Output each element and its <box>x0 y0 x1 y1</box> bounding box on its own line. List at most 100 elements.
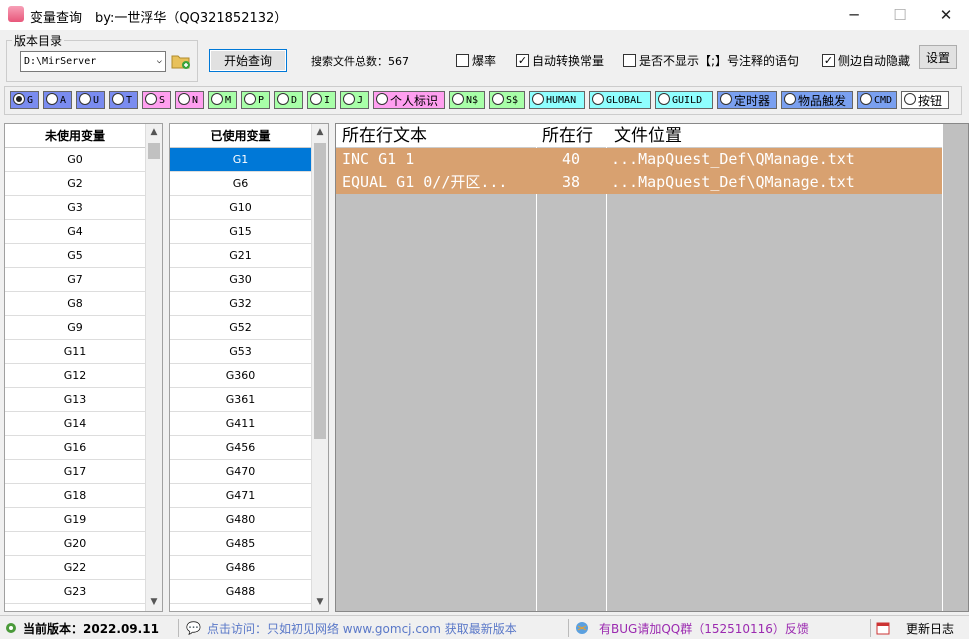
scroll-thumb[interactable] <box>314 143 326 439</box>
list-item[interactable]: G30 <box>170 268 311 292</box>
scroll-up-icon[interactable]: ▲ <box>312 124 328 141</box>
radio-icon[interactable] <box>46 93 58 105</box>
radio-icon[interactable] <box>277 93 289 105</box>
list-item[interactable]: G360 <box>170 364 311 388</box>
list-item[interactable]: G12 <box>5 364 145 388</box>
search-button[interactable]: 开始查询 <box>209 49 287 72</box>
used-list-scrollbar[interactable]: ▲ ▼ <box>311 124 328 611</box>
status-bug-report[interactable]: 有BUG请加QQ群（152510116）反馈 <box>575 616 809 639</box>
type-radio-9[interactable]: I <box>307 91 336 109</box>
radio-icon[interactable] <box>376 93 388 105</box>
type-radio-1[interactable]: A <box>43 91 72 109</box>
list-item[interactable]: G489 <box>170 604 311 611</box>
radio-icon[interactable] <box>784 93 796 105</box>
list-item[interactable]: G19 <box>5 508 145 532</box>
scroll-down-icon[interactable]: ▼ <box>312 594 328 611</box>
type-radio-13[interactable]: S$ <box>489 91 525 109</box>
list-item[interactable]: G2 <box>5 172 145 196</box>
list-item[interactable]: G456 <box>170 436 311 460</box>
type-radio-4[interactable]: S <box>142 91 171 109</box>
unused-variable-list[interactable]: 未使用变量 G0 G2 G3 G4 G5 G7 G8 G9 G11 G12 G13 G14 G16 G17… <box>4 123 163 612</box>
scroll-up-icon[interactable]: ▲ <box>146 124 162 141</box>
list-item[interactable]: G14 <box>5 412 145 436</box>
option-auto-convert[interactable]: ✓ 自动转换常量 <box>516 52 604 69</box>
list-item[interactable]: G11 <box>5 340 145 364</box>
list-item[interactable]: G24 <box>5 604 145 611</box>
list-item[interactable]: G7 <box>5 268 145 292</box>
type-radio-14[interactable]: HUMAN <box>529 91 585 109</box>
dir-select[interactable]: D:\MirServer ⌵ <box>20 51 166 72</box>
result-row[interactable]: INC G1 1 40 ...MapQuest_Def\QManage.txt <box>336 148 942 171</box>
type-radio-8[interactable]: D <box>274 91 303 109</box>
checkbox[interactable] <box>456 54 469 67</box>
list-item[interactable]: G22 <box>5 556 145 580</box>
option-auto-hide-side[interactable]: ✓ 侧边自动隐藏 <box>822 52 910 69</box>
list-item[interactable]: G411 <box>170 412 311 436</box>
scroll-down-icon[interactable]: ▼ <box>146 594 162 611</box>
type-radio-15[interactable]: GLOBAL <box>589 91 651 109</box>
type-radio-19[interactable]: CMD <box>857 91 897 109</box>
type-radio-11[interactable]: 个人标识 <box>373 91 445 109</box>
list-item[interactable]: G13 <box>5 388 145 412</box>
close-button[interactable]: ✕ <box>923 0 969 30</box>
radio-icon[interactable] <box>532 93 544 105</box>
type-radio-10[interactable]: J <box>340 91 369 109</box>
list-item[interactable]: G3 <box>5 196 145 220</box>
list-item[interactable]: G0 <box>5 148 145 172</box>
list-item[interactable]: G486 <box>170 556 311 580</box>
checkbox-checked[interactable]: ✓ <box>516 54 529 67</box>
radio-icon[interactable] <box>492 93 504 105</box>
radio-icon[interactable] <box>310 93 322 105</box>
settings-button[interactable]: 设置 <box>919 45 957 69</box>
option-drop-rate[interactable]: 爆率 <box>456 52 496 69</box>
list-item[interactable]: G20 <box>5 532 145 556</box>
column-header-text[interactable]: 所在行文本 <box>342 124 427 147</box>
radio-icon[interactable] <box>211 93 223 105</box>
radio-icon[interactable] <box>79 93 91 105</box>
type-radio-16[interactable]: GUILD <box>655 91 713 109</box>
maximize-button[interactable]: ☐ <box>877 0 923 30</box>
list-item[interactable]: G8 <box>5 292 145 316</box>
type-radio-2[interactable]: U <box>76 91 105 109</box>
type-radio-20[interactable]: 按钮 <box>901 91 949 109</box>
list-item[interactable]: G6 <box>170 172 311 196</box>
minimize-button[interactable]: ─ <box>831 0 877 30</box>
type-radio-17[interactable]: 定时器 <box>717 91 777 109</box>
list-item[interactable]: G21 <box>170 244 311 268</box>
radio-icon[interactable] <box>13 93 25 105</box>
list-item[interactable]: G16 <box>5 436 145 460</box>
type-radio-5[interactable]: N <box>175 91 204 109</box>
checkbox[interactable] <box>623 54 636 67</box>
list-item[interactable]: G470 <box>170 460 311 484</box>
unused-list-scrollbar[interactable]: ▲ ▼ <box>145 124 162 611</box>
results-grid[interactable]: 所在行文本 所在行 文件位置 INC G1 1 40 ...MapQuest_Def… <box>335 123 969 612</box>
radio-icon[interactable] <box>658 93 670 105</box>
radio-icon[interactable] <box>145 93 157 105</box>
list-item[interactable]: G17 <box>5 460 145 484</box>
radio-icon[interactable] <box>904 93 916 105</box>
list-item[interactable]: G5 <box>5 244 145 268</box>
list-item[interactable]: G9 <box>5 316 145 340</box>
list-item[interactable]: G15 <box>170 220 311 244</box>
list-item[interactable]: G10 <box>170 196 311 220</box>
status-changelog[interactable]: 更新日志 <box>876 616 954 639</box>
type-radio-18[interactable]: 物品触发 <box>781 91 853 109</box>
list-item[interactable]: G52 <box>170 316 311 340</box>
used-variable-list[interactable]: 已使用变量 G1 G6 G10 G15 G21 G30 G32 G52 G53 G360 G361 G… <box>169 123 329 612</box>
list-item[interactable]: G4 <box>5 220 145 244</box>
list-item[interactable]: G1 <box>170 148 311 172</box>
radio-icon[interactable] <box>178 93 190 105</box>
type-radio-3[interactable]: T <box>109 91 138 109</box>
list-item[interactable]: G488 <box>170 580 311 604</box>
checkbox-checked[interactable]: ✓ <box>822 54 835 67</box>
list-item[interactable]: G471 <box>170 484 311 508</box>
type-radio-0[interactable]: G <box>10 91 39 109</box>
radio-icon[interactable] <box>244 93 256 105</box>
folder-browse-icon[interactable] <box>171 52 191 70</box>
radio-icon[interactable] <box>112 93 124 105</box>
result-row[interactable]: EQUAL G1 0//开区... 38 ...MapQuest_Def\QMana… <box>336 171 942 194</box>
radio-icon[interactable] <box>860 93 872 105</box>
list-item[interactable]: G18 <box>5 484 145 508</box>
column-header-file[interactable]: 文件位置 <box>614 124 682 147</box>
radio-icon[interactable] <box>592 93 604 105</box>
